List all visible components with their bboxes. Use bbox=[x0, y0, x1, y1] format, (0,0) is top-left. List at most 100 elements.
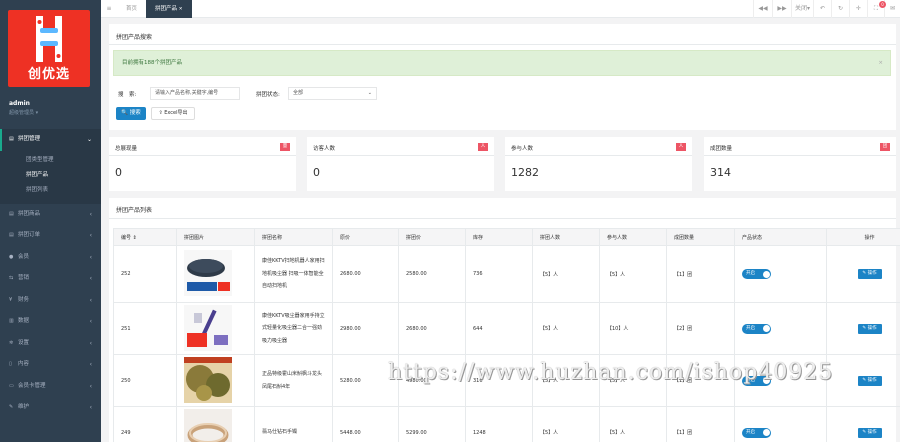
gear-icon: ✲ bbox=[9, 339, 14, 346]
cell-name: 正品特级霍山米斛枫斗龙头凤尾石斛4年 bbox=[254, 354, 333, 407]
scroll-right-icon[interactable]: ▶▶ bbox=[772, 0, 791, 18]
product-image-dendrobium[interactable] bbox=[184, 356, 232, 403]
menu-toggle-icon[interactable]: ≡ bbox=[101, 0, 117, 18]
cell-groups-formed: 【2】团 bbox=[666, 302, 735, 355]
cell-joined: 【5】人 bbox=[599, 245, 667, 303]
status-select[interactable]: 全部 ⌄ bbox=[288, 87, 377, 100]
stat-title: 访客人数 bbox=[313, 146, 336, 152]
alert-text: 目前拥有188个拼团产品 bbox=[122, 60, 182, 66]
sidebar-item-settings[interactable]: ✲ 设置 ‹ bbox=[0, 333, 101, 355]
scroll-left-icon[interactable]: ◀◀ bbox=[753, 0, 772, 18]
list-icon: ▤ bbox=[9, 136, 14, 142]
toggle-knob bbox=[762, 325, 770, 332]
tab-group-products[interactable]: 拼团产品 ✕ bbox=[146, 0, 192, 18]
product-image-bracelet[interactable] bbox=[184, 408, 232, 442]
chevron-left-icon: ‹ bbox=[89, 339, 92, 347]
user-icon: ● bbox=[9, 253, 14, 260]
logo-text: 创优选 bbox=[27, 67, 70, 82]
back-icon[interactable]: ↶ bbox=[813, 0, 831, 18]
product-image-robot-vacuum[interactable] bbox=[184, 250, 232, 296]
add-icon[interactable]: ✛ bbox=[849, 0, 867, 18]
stat-title: 参与人数 bbox=[511, 146, 534, 152]
close-icon[interactable]: × bbox=[878, 51, 883, 75]
cell-group-price: 2580.00 bbox=[398, 245, 466, 303]
edit-button[interactable]: ✎ 操作 bbox=[857, 427, 882, 438]
status-toggle[interactable]: 开启 bbox=[742, 269, 771, 279]
sidebar-item-maintenance[interactable]: ✎ 维护 ‹ bbox=[0, 397, 101, 419]
sidebar-item-label: 拼团商品 bbox=[18, 210, 41, 217]
cell-id: 252 bbox=[113, 245, 177, 303]
close-tabs-dropdown[interactable]: 关闭▾ bbox=[791, 0, 813, 18]
cell-group-size: 【5】人 bbox=[532, 245, 600, 303]
sidebar-item-group-buy[interactable]: ▤ 拼团管理 ⌄ bbox=[0, 129, 101, 151]
col-header-id[interactable]: 编号 ⇕ bbox=[113, 228, 177, 246]
info-alert: 目前拥有188个拼团产品 × bbox=[113, 50, 891, 76]
toggle-label: 开启 bbox=[746, 271, 755, 276]
cell-group-size: 【5】人 bbox=[532, 406, 600, 442]
admin-app: 创优选 admin 超级管理员 ▾ ▤ 拼团管理 ⌄ 团类型管理 拼团产品 拼团列表… bbox=[0, 0, 900, 442]
cell-status: 开启 bbox=[734, 302, 827, 355]
cell-status: 开启 bbox=[734, 406, 827, 442]
status-label: 拼团状态: bbox=[256, 92, 280, 98]
table-header-row: 编号 ⇕ 拼团图片 拼团名称 原价 拼团价 库存 拼团人数 参与人数 成团数量 … bbox=[113, 228, 900, 246]
edit-button[interactable]: ✎ 操作 bbox=[857, 375, 882, 386]
table-row: 251 康佳KKTV吸尘器家用手持立式轻量化吸尘器二合一强劲吸力吸尘器 2980… bbox=[113, 302, 900, 355]
toggle-knob bbox=[762, 429, 770, 436]
tab-home[interactable]: 首页 bbox=[117, 0, 146, 18]
col-header-name: 拼团名称 bbox=[254, 228, 333, 246]
chevron-left-icon: ‹ bbox=[89, 382, 92, 390]
keyword-input[interactable]: 请输入产品名称,关键字,编号 bbox=[150, 87, 240, 100]
status-toggle[interactable]: 开启 bbox=[742, 427, 771, 438]
status-toggle[interactable]: 开启 bbox=[742, 323, 771, 334]
cell-actions: ✎ 操作 bbox=[826, 302, 900, 355]
cell-group-size: 【5】人 bbox=[532, 302, 600, 355]
submenu-item-group-types[interactable]: 团类型管理 bbox=[0, 153, 101, 168]
sidebar-item-member-card[interactable]: ▭ 会员卡管理 ‹ bbox=[0, 376, 101, 398]
toggle-label: 开启 bbox=[746, 325, 755, 331]
sidebar-item-finance[interactable]: ¥ 财务 ‹ bbox=[0, 290, 101, 312]
sidebar-item-marketing[interactable]: ⇆ 营销 ‹ bbox=[0, 268, 101, 290]
user-role-dropdown[interactable]: 超级管理员 ▾ bbox=[9, 109, 38, 116]
card-icon: ▭ bbox=[9, 382, 14, 389]
status-select-value: 全部 bbox=[293, 90, 304, 96]
sidebar-item-members[interactable]: ● 会员 ‹ bbox=[0, 247, 101, 269]
stat-badge: 量 bbox=[280, 143, 290, 151]
sidebar-item-data[interactable]: ▥ 数据 ‹ bbox=[0, 311, 101, 333]
cell-group-price: 2680.00 bbox=[398, 302, 466, 355]
refresh-icon[interactable]: ↻ bbox=[831, 0, 849, 18]
divider bbox=[704, 155, 896, 156]
stat-value: 1282 bbox=[511, 166, 539, 179]
top-navbar: ≡ 首页 拼团产品 ✕ ◀◀ ▶▶ 关闭▾ ↶ ↻ ✛ ⛶ ✉ bbox=[101, 0, 900, 18]
stat-badge: 人 bbox=[676, 143, 686, 151]
col-header-group-size: 拼团人数 bbox=[532, 228, 600, 246]
table-row: 252 康佳KKTV扫地机器人家用扫地机吸尘器 扫吸一体智能全自动扫地机 268… bbox=[113, 245, 900, 303]
sidebar-item-label: 内容 bbox=[18, 361, 30, 367]
message-icon[interactable]: ✉ bbox=[884, 0, 900, 18]
stat-card-groups-formed: 成团数量 团 314 bbox=[704, 137, 896, 191]
user-name[interactable]: admin bbox=[9, 100, 30, 107]
list-icon: ▤ bbox=[9, 210, 14, 217]
edit-button[interactable]: ✎ 操作 bbox=[857, 323, 882, 334]
chevron-left-icon: ‹ bbox=[89, 253, 92, 261]
sidebar-item-label: 设置 bbox=[18, 339, 30, 346]
notification-badge: 0 bbox=[879, 1, 886, 8]
logo-h-icon bbox=[36, 16, 62, 62]
search-panel: 拼团产品搜索 bbox=[109, 24, 896, 130]
excel-export-button[interactable]: ⇪ Excel导出 bbox=[151, 107, 195, 120]
sidebar-item-group-goods[interactable]: ▤ 拼团商品 ‹ bbox=[0, 204, 101, 226]
product-image-vacuum-cleaner[interactable] bbox=[184, 304, 232, 351]
sidebar-item-group-orders[interactable]: ▤ 拼团订单 ‹ bbox=[0, 225, 101, 247]
col-header-status: 产品状态 bbox=[734, 228, 827, 246]
submenu-item-group-list[interactable]: 拼团列表 bbox=[0, 183, 101, 198]
sidebar-item-content[interactable]: ▯ 内容 ‹ bbox=[0, 354, 101, 376]
submenu-item-group-products[interactable]: 拼团产品 bbox=[0, 168, 101, 183]
edit-button[interactable]: ✎ 操作 bbox=[857, 269, 882, 279]
divider bbox=[109, 44, 896, 45]
search-button[interactable]: 🔍 搜索 bbox=[116, 107, 146, 120]
sidebar-submenu: 团类型管理 拼团产品 拼团列表 bbox=[0, 150, 101, 204]
tab-label: 拼团产品 bbox=[155, 6, 178, 12]
close-icon[interactable]: ✕ bbox=[179, 7, 183, 12]
chevron-left-icon: ‹ bbox=[89, 210, 92, 218]
stat-card-visitors: 访客人数 人 0 bbox=[307, 137, 494, 191]
stat-card-participants: 参与人数 人 1282 bbox=[505, 137, 692, 191]
